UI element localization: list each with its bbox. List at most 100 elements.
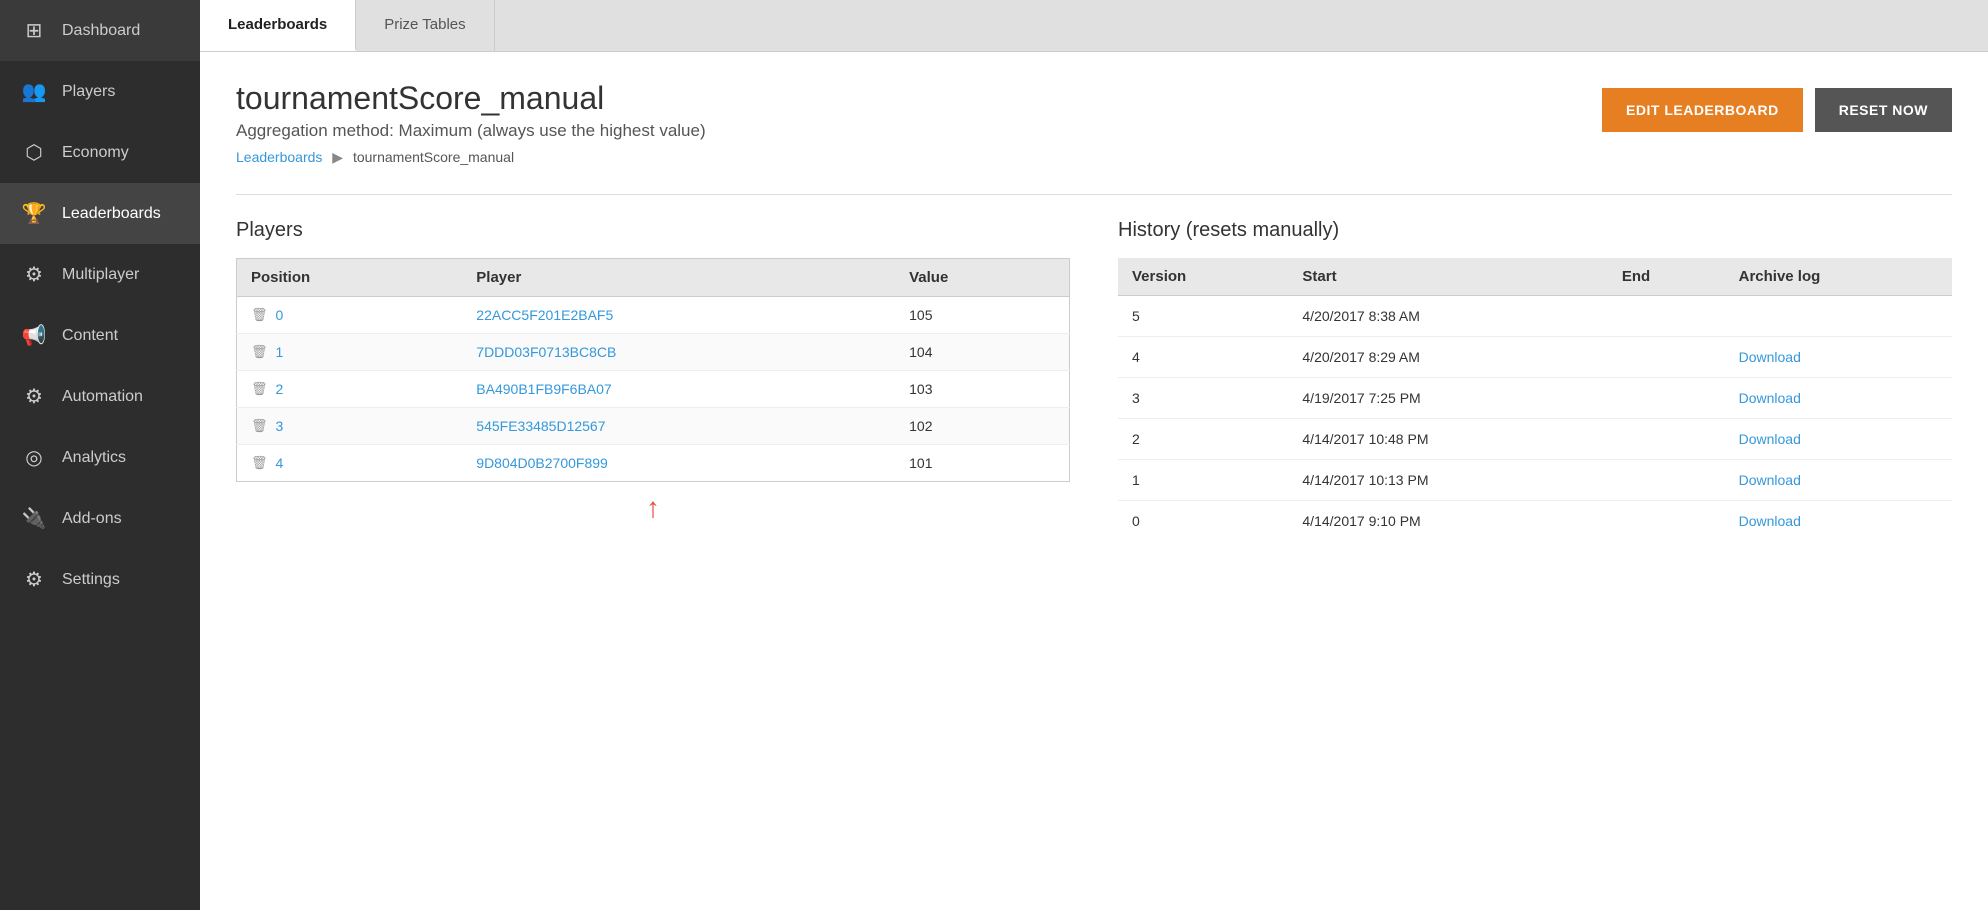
sidebar-item-multiplayer[interactable]: ⚙ Multiplayer — [0, 244, 200, 305]
sidebar-item-label: Leaderboards — [62, 205, 161, 223]
sidebar: ⊞ Dashboard 👥 Players ⬡ Economy 🏆 Leader… — [0, 0, 200, 910]
tab-bar: Leaderboards Prize Tables — [200, 0, 1988, 52]
header-buttons: EDIT LEADERBOARD RESET NOW — [1602, 88, 1952, 132]
table-row: 3 4/19/2017 7:25 PM Download — [1118, 378, 1952, 419]
page-title: tournamentScore_manual — [236, 80, 706, 117]
reset-now-button[interactable]: RESET NOW — [1815, 88, 1952, 132]
players-icon: 👥 — [20, 79, 48, 104]
table-row: 🗑 2 BA490B1FB9F6BA07 103 — [237, 371, 1070, 408]
player-cell: 9D804D0B2700F899 — [462, 445, 895, 482]
trash-icon[interactable]: 🗑 — [251, 418, 268, 434]
sidebar-item-players[interactable]: 👥 Players — [0, 61, 200, 122]
sidebar-item-label: Multiplayer — [62, 266, 139, 284]
economy-icon: ⬡ — [20, 140, 48, 165]
sidebar-item-economy[interactable]: ⬡ Economy — [0, 122, 200, 183]
edit-leaderboard-button[interactable]: EDIT LEADERBOARD — [1602, 88, 1803, 132]
start-cell: 4/19/2017 7:25 PM — [1288, 378, 1607, 419]
position-cell: 🗑 4 — [237, 445, 463, 482]
divider — [236, 194, 1952, 195]
aggregation-subtitle: Aggregation method: Maximum (always use … — [236, 121, 706, 141]
breadcrumb: Leaderboards ▶ tournamentScore_manual — [236, 149, 1952, 166]
trash-icon[interactable]: 🗑 — [251, 455, 268, 471]
table-row: 🗑 4 9D804D0B2700F899 101 — [237, 445, 1070, 482]
dashboard-icon: ⊞ — [20, 18, 48, 43]
multiplayer-icon: ⚙ — [20, 262, 48, 287]
trash-icon[interactable]: 🗑 — [251, 307, 268, 323]
value-cell: 102 — [895, 408, 1069, 445]
analytics-icon: ◎ — [20, 445, 48, 470]
player-link[interactable]: 22ACC5F201E2BAF5 — [476, 307, 613, 323]
player-link[interactable]: 545FE33485D12567 — [476, 418, 605, 434]
player-cell: BA490B1FB9F6BA07 — [462, 371, 895, 408]
table-row: 1 4/14/2017 10:13 PM Download — [1118, 460, 1952, 501]
end-cell — [1608, 460, 1725, 501]
version-cell: 2 — [1118, 419, 1288, 460]
position-link[interactable]: 2 — [276, 381, 284, 397]
table-row: 🗑 0 22ACC5F201E2BAF5 105 — [237, 297, 1070, 334]
archive-log-cell: Download — [1725, 378, 1952, 419]
end-cell — [1608, 419, 1725, 460]
archive-log-cell — [1725, 296, 1952, 337]
sidebar-item-label: Settings — [62, 571, 120, 589]
history-section: History (resets manually) Version Start … — [1118, 219, 1952, 541]
version-cell: 5 — [1118, 296, 1288, 337]
breadcrumb-parent[interactable]: Leaderboards — [236, 149, 322, 165]
end-cell — [1608, 337, 1725, 378]
sidebar-item-label: Analytics — [62, 449, 126, 467]
tab-leaderboards[interactable]: Leaderboards — [200, 0, 356, 51]
sidebar-item-label: Economy — [62, 144, 129, 162]
sidebar-item-label: Automation — [62, 388, 143, 406]
position-cell: 🗑 2 — [237, 371, 463, 408]
download-link[interactable]: Download — [1739, 431, 1801, 447]
player-cell: 22ACC5F201E2BAF5 — [462, 297, 895, 334]
position-link[interactable]: 3 — [276, 418, 284, 434]
sidebar-item-dashboard[interactable]: ⊞ Dashboard — [0, 0, 200, 61]
sidebar-item-content[interactable]: 📢 Content — [0, 305, 200, 366]
start-cell: 4/20/2017 8:38 AM — [1288, 296, 1607, 337]
value-cell: 104 — [895, 334, 1069, 371]
archive-log-cell: Download — [1725, 337, 1952, 378]
player-link[interactable]: 9D804D0B2700F899 — [476, 455, 608, 471]
player-link[interactable]: BA490B1FB9F6BA07 — [476, 381, 611, 397]
sidebar-item-leaderboards[interactable]: 🏆 Leaderboards — [0, 183, 200, 244]
sidebar-item-analytics[interactable]: ◎ Analytics — [0, 427, 200, 488]
position-link[interactable]: 4 — [276, 455, 284, 471]
position-link[interactable]: 0 — [276, 307, 284, 323]
position-link[interactable]: 1 — [276, 344, 284, 360]
end-cell — [1608, 296, 1725, 337]
version-cell: 3 — [1118, 378, 1288, 419]
download-link[interactable]: Download — [1739, 390, 1801, 406]
col-start: Start — [1288, 258, 1607, 296]
automation-icon: ⚙ — [20, 384, 48, 409]
table-row: 🗑 3 545FE33485D12567 102 — [237, 408, 1070, 445]
archive-log-cell: Download — [1725, 460, 1952, 501]
player-link[interactable]: 7DDD03F0713BC8CB — [476, 344, 616, 360]
download-link[interactable]: Download — [1739, 472, 1801, 488]
table-row: 5 4/20/2017 8:38 AM — [1118, 296, 1952, 337]
addons-icon: 🔌 — [20, 506, 48, 531]
trash-icon[interactable]: 🗑 — [251, 381, 268, 397]
tab-prize-tables[interactable]: Prize Tables — [356, 0, 494, 51]
position-cell: 🗑 0 — [237, 297, 463, 334]
breadcrumb-separator: ▶ — [332, 149, 343, 165]
sidebar-item-label: Dashboard — [62, 22, 140, 40]
trash-icon[interactable]: 🗑 — [251, 344, 268, 360]
download-link[interactable]: Download — [1739, 349, 1801, 365]
players-table: Position Player Value 🗑 0 22ACC5F201E2BA… — [236, 258, 1070, 482]
settings-icon: ⚙ — [20, 567, 48, 592]
col-position: Position — [237, 259, 463, 297]
value-cell: 101 — [895, 445, 1069, 482]
start-cell: 4/14/2017 10:13 PM — [1288, 460, 1607, 501]
player-cell: 7DDD03F0713BC8CB — [462, 334, 895, 371]
sidebar-item-addons[interactable]: 🔌 Add-ons — [0, 488, 200, 549]
players-title: Players — [236, 219, 1070, 242]
sidebar-item-settings[interactable]: ⚙ Settings — [0, 549, 200, 610]
download-link[interactable]: Download — [1739, 513, 1801, 529]
sidebar-item-automation[interactable]: ⚙ Automation — [0, 366, 200, 427]
history-title: History (resets manually) — [1118, 219, 1952, 242]
content-area: tournamentScore_manual Aggregation metho… — [200, 52, 1988, 910]
table-row: 🗑 1 7DDD03F0713BC8CB 104 — [237, 334, 1070, 371]
start-cell: 4/14/2017 10:48 PM — [1288, 419, 1607, 460]
two-column-layout: Players Position Player Value 🗑 0 — [236, 219, 1952, 541]
version-cell: 0 — [1118, 501, 1288, 542]
